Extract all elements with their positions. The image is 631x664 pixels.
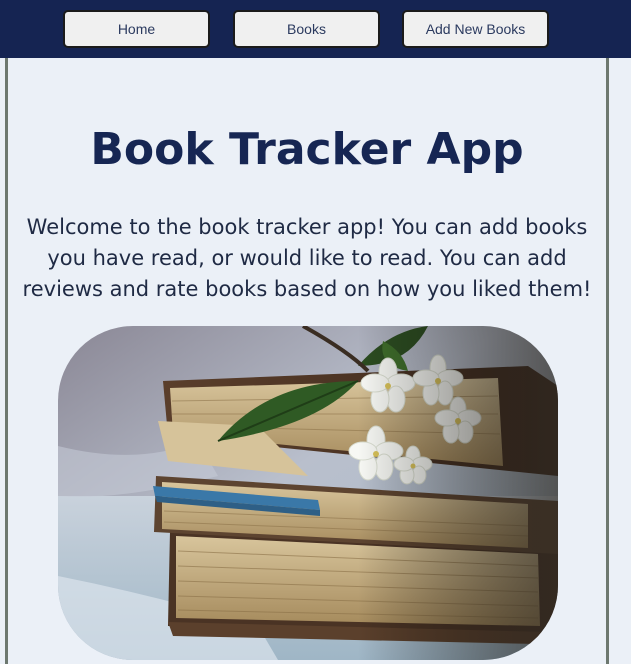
top-navbar: Home Books Add New Books (0, 0, 631, 58)
page-title: Book Tracker App (90, 124, 524, 175)
hero-image-books-flowers (58, 326, 558, 660)
nav-books-button[interactable]: Books (233, 10, 380, 48)
nav-home-button[interactable]: Home (63, 10, 210, 48)
nav-add-new-books-button[interactable]: Add New Books (402, 10, 549, 48)
intro-text: Welcome to the book tracker app! You can… (22, 215, 592, 301)
content-border-right (606, 58, 609, 664)
